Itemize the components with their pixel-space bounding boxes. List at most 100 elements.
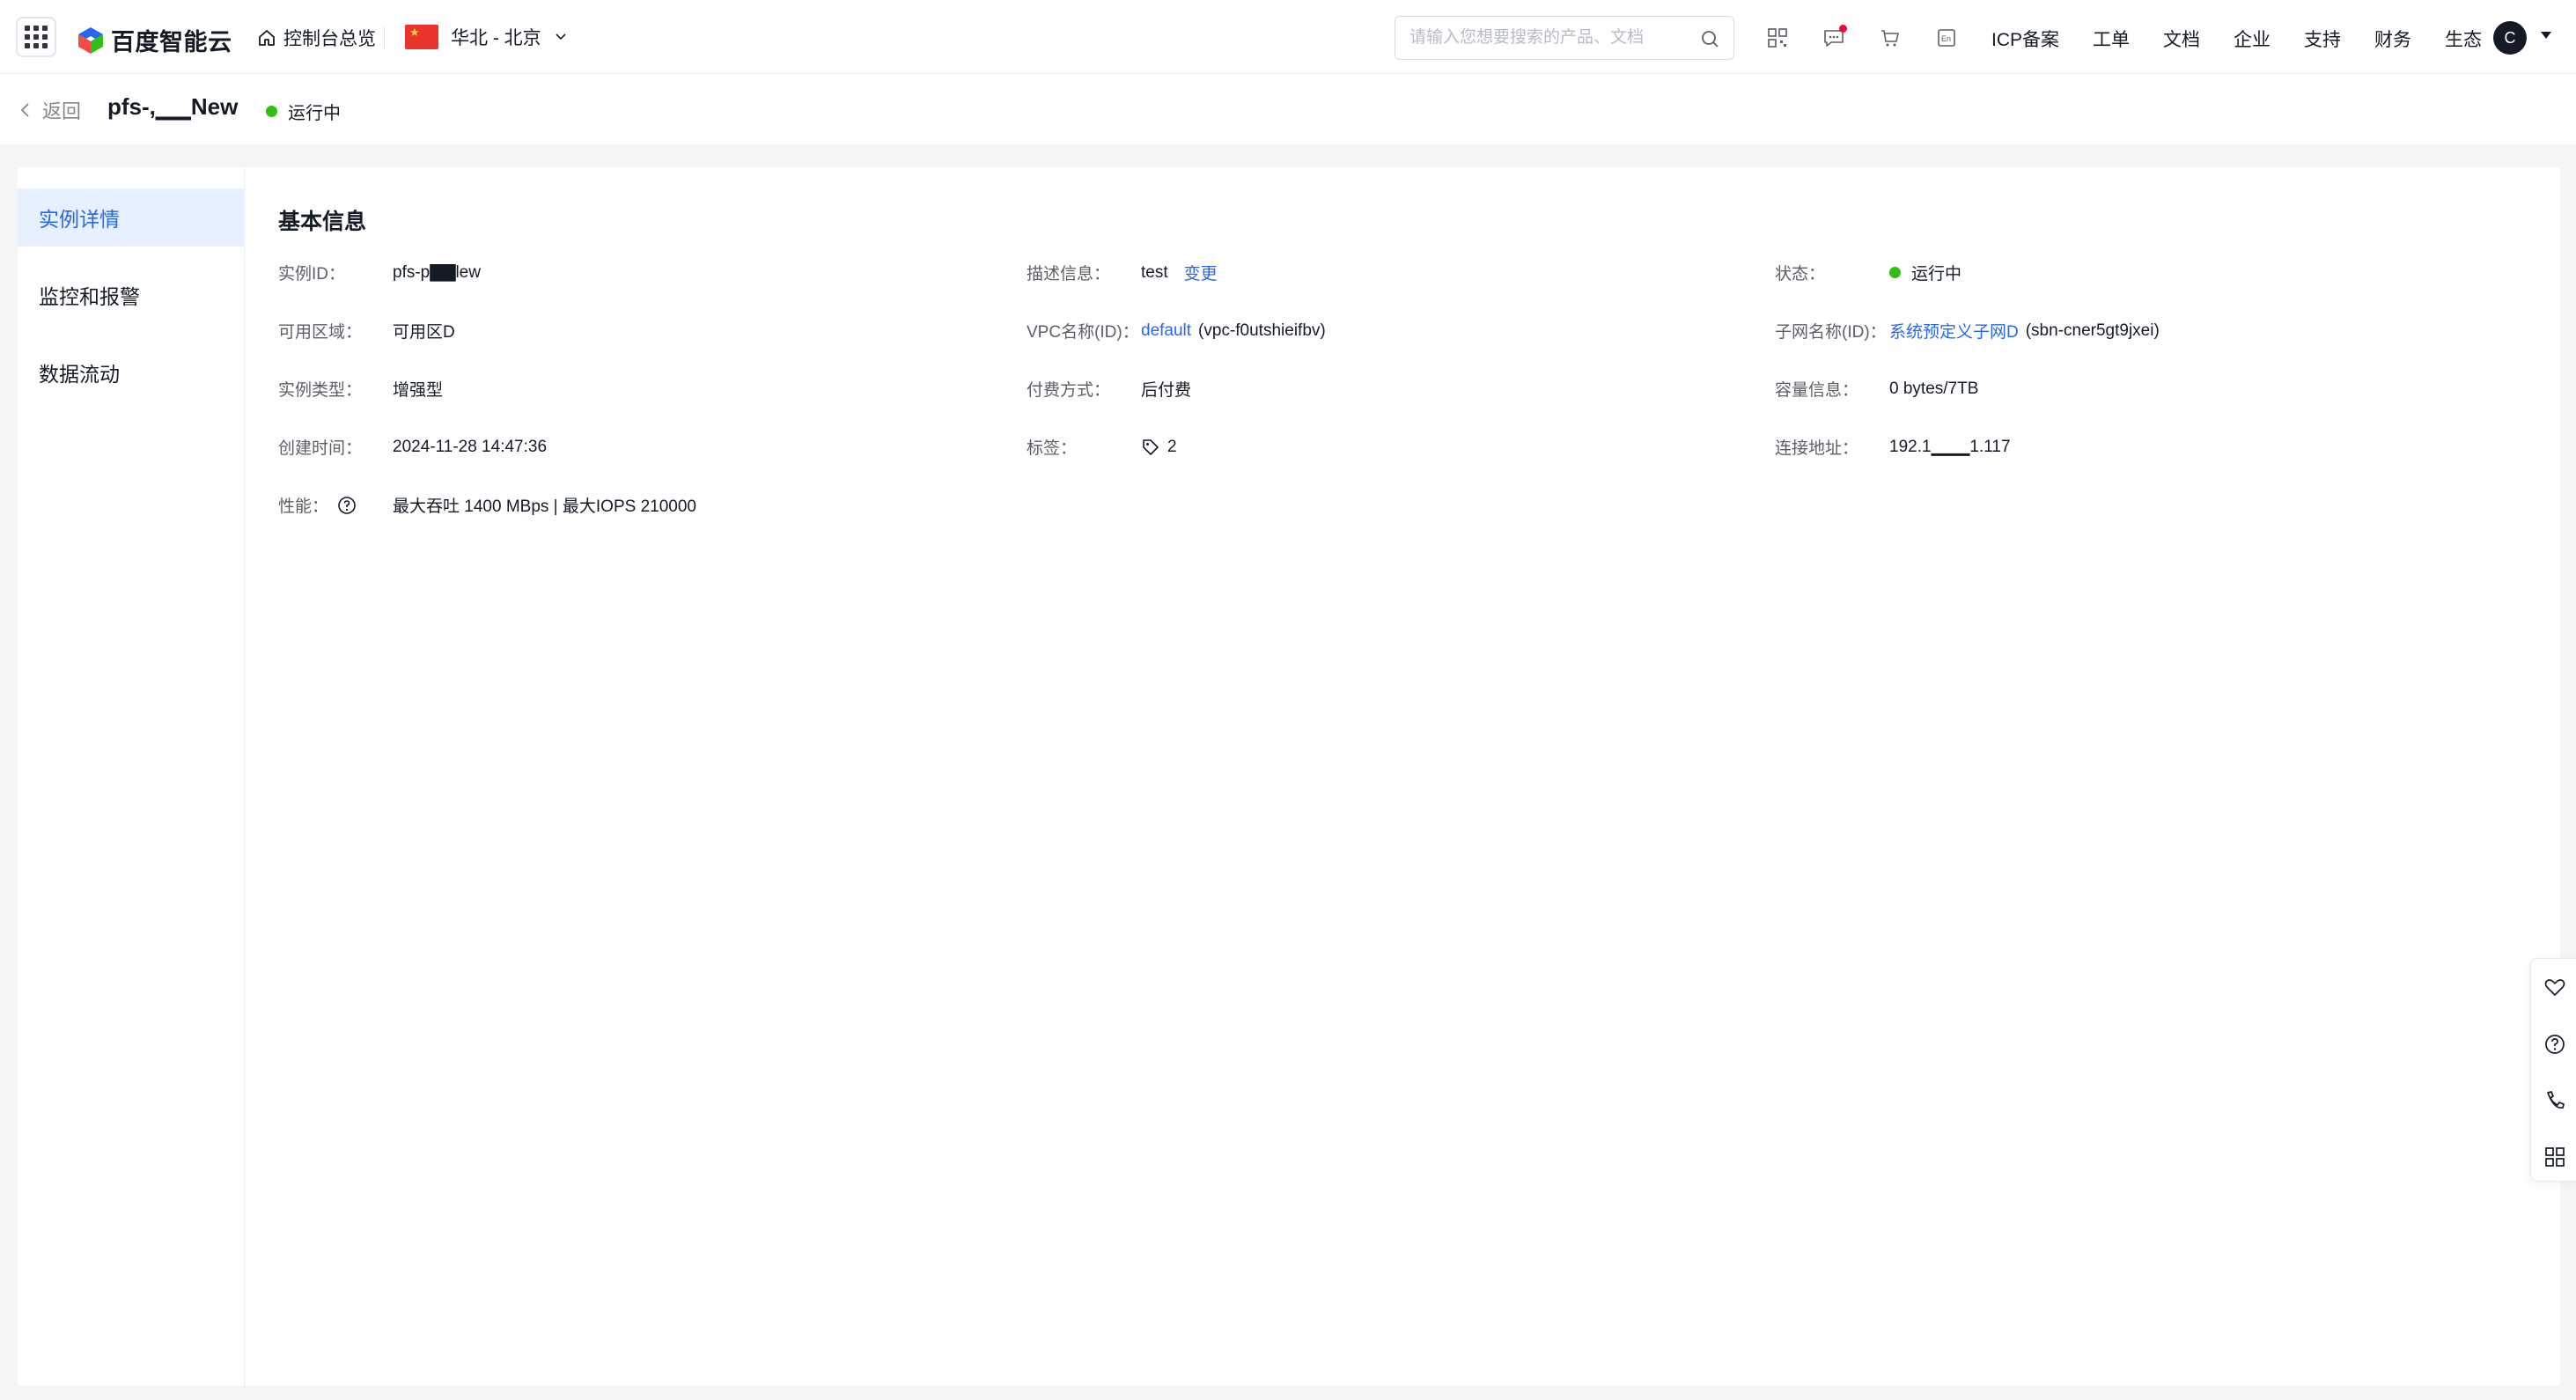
info-created-time: 创建时间： 2024-11-28 14:47:36	[278, 435, 547, 459]
info-value: test	[1141, 262, 1168, 282]
side-menu-item-data-flow[interactable]: 数据流动	[18, 343, 245, 402]
top-link-support[interactable]: 支持	[2304, 26, 2341, 52]
info-label: VPC名称(ID)：	[1027, 323, 1139, 342]
info-vpc: VPC名称(ID)： default (vpc-f0utshieifbv)	[1027, 319, 1326, 343]
top-link-docs[interactable]: 文档	[2163, 26, 2200, 52]
heart-icon[interactable]	[2543, 976, 2566, 999]
info-instance-id: 实例ID： pfs-p▇▇lew	[278, 261, 481, 284]
top-links: ICP备案 工单 文档 企业 支持 财务 生态	[1991, 26, 2515, 52]
nav-divider	[384, 26, 385, 49]
info-status: 状态： 运行中	[1775, 261, 1961, 284]
status-badge: 运行中	[266, 99, 341, 124]
avatar[interactable]: C	[2493, 21, 2527, 55]
info-label: 实例类型：	[278, 381, 363, 400]
status-label: 运行中	[288, 104, 341, 123]
info-label: 容量信息：	[1775, 381, 1859, 400]
qrcode-icon[interactable]	[1763, 23, 1792, 53]
info-value-wrap: test 变更	[1141, 261, 1218, 284]
tags-button[interactable]: 2	[1141, 438, 1177, 457]
search-input[interactable]	[1409, 28, 1691, 48]
page-header: 返回 pfs-,▁▁New 运行中	[0, 74, 2576, 144]
status-dot-icon	[266, 106, 277, 117]
info-value: (vpc-f0utshieifbv)	[1198, 321, 1326, 340]
info-label: 描述信息：	[1027, 265, 1111, 284]
subnet-link[interactable]: 系统预定义子网D	[1889, 319, 2019, 343]
console-overview-label: 控制台总览	[283, 29, 376, 49]
language-icon[interactable]: En	[1932, 23, 1961, 53]
side-menu-label: 数据流动	[39, 363, 120, 386]
info-value: 2024-11-28 14:47:36	[393, 437, 548, 456]
info-label: 可用区域：	[278, 323, 363, 342]
info-label: 标签：	[1027, 439, 1078, 458]
info-address: 连接地址： 192.1▁▁▁1.117	[1775, 435, 2011, 459]
search-box[interactable]	[1395, 16, 1734, 60]
info-label: 性能：	[278, 497, 329, 516]
search-icon[interactable]	[1700, 29, 1719, 48]
main-panel: 实例详情 监控和报警 数据流动 基本信息 实例ID： pfs-p▇▇lew 可用…	[18, 167, 2560, 1386]
info-tags: 标签： 2	[1027, 435, 1177, 459]
info-performance: 性能： 最大吞吐 1400 MBps | 最大IOPS 210000	[278, 493, 696, 517]
cart-icon[interactable]	[1875, 23, 1905, 53]
info-label: 状态：	[1775, 265, 1826, 284]
caret-down-icon[interactable]	[2541, 32, 2551, 39]
info-value: 192.1▁▁▁1.117	[1889, 438, 2011, 456]
chevron-down-icon	[556, 33, 566, 41]
info-zone: 可用区域： 可用区D	[278, 319, 455, 343]
logo[interactable]: 百度智能云	[76, 23, 232, 57]
info-value: 0 bytes/7TB	[1889, 379, 1979, 398]
info-description: 描述信息： test 变更	[1027, 261, 1218, 284]
question-icon[interactable]	[2543, 1033, 2566, 1056]
tag-icon	[1143, 438, 1159, 455]
region-selector[interactable]: 华北 - 北京	[405, 24, 568, 50]
top-link-finance[interactable]: 财务	[2374, 26, 2411, 52]
help-icon[interactable]	[337, 496, 357, 515]
top-link-ecosystem[interactable]: 生态	[2445, 26, 2482, 52]
floating-toolbar	[2530, 958, 2576, 1182]
info-label-wrap: 性能：	[278, 493, 393, 517]
info-billing: 付费方式： 后付费	[1027, 377, 1191, 401]
console-overview-link[interactable]: 控制台总览	[257, 25, 376, 51]
info-value-wrap: 运行中	[1889, 261, 1961, 284]
info-label: 付费方式：	[1027, 381, 1111, 400]
grid-icon	[25, 26, 48, 48]
edit-description-link[interactable]: 变更	[1184, 261, 1218, 284]
info-label: 连接地址：	[1775, 439, 1859, 458]
info-value-wrap: default (vpc-f0utshieifbv)	[1141, 321, 1326, 341]
section-title: 基本信息	[278, 210, 367, 234]
info-value: 后付费	[1141, 381, 1192, 400]
apps-menu-button[interactable]	[16, 17, 56, 57]
side-menu-item-instance-detail[interactable]: 实例详情	[18, 188, 245, 247]
china-flag-icon	[405, 25, 438, 49]
info-label: 子网名称(ID)：	[1775, 323, 1887, 342]
info-value: 可用区D	[393, 323, 455, 342]
info-value: 运行中	[1911, 265, 1962, 284]
top-link-ticket[interactable]: 工单	[2093, 26, 2130, 52]
top-link-enterprise[interactable]: 企业	[2234, 26, 2271, 52]
info-value: (sbn-cner5gt9jxei)	[2025, 321, 2160, 340]
region-label: 华北 - 北京	[451, 28, 541, 48]
back-button[interactable]: 返回	[19, 96, 81, 124]
info-label: 实例ID：	[278, 265, 346, 284]
svg-text:En: En	[1941, 34, 1951, 43]
side-menu: 实例详情 监控和报警 数据流动	[18, 167, 245, 1386]
logo-cube-icon	[78, 26, 103, 54]
status-dot-icon	[1889, 267, 1901, 278]
home-icon	[259, 30, 275, 46]
top-link-icp[interactable]: ICP备案	[1991, 26, 2059, 52]
tags-count: 2	[1167, 437, 1177, 456]
info-subnet: 子网名称(ID)： 系统预定义子网D (sbn-cner5gt9jxei)	[1775, 319, 2160, 343]
back-label: 返回	[42, 100, 82, 122]
apps-icon[interactable]	[2543, 1146, 2566, 1168]
info-label: 创建时间：	[278, 439, 363, 458]
page-title: pfs-,▁▁New	[107, 93, 239, 120]
vpc-link[interactable]: default	[1141, 321, 1191, 341]
phone-icon[interactable]	[2543, 1089, 2566, 1112]
top-icon-group: En	[1763, 23, 1961, 53]
message-icon[interactable]	[1819, 23, 1849, 53]
side-menu-item-monitoring[interactable]: 监控和报警	[18, 266, 245, 324]
side-menu-label: 实例详情	[39, 208, 120, 231]
info-value: pfs-p▇▇lew	[393, 263, 481, 282]
top-navigation-bar: 百度智能云 控制台总览 华北 - 北京	[0, 0, 2576, 74]
notification-dot	[1839, 25, 1847, 33]
chevron-left-icon	[20, 103, 29, 117]
